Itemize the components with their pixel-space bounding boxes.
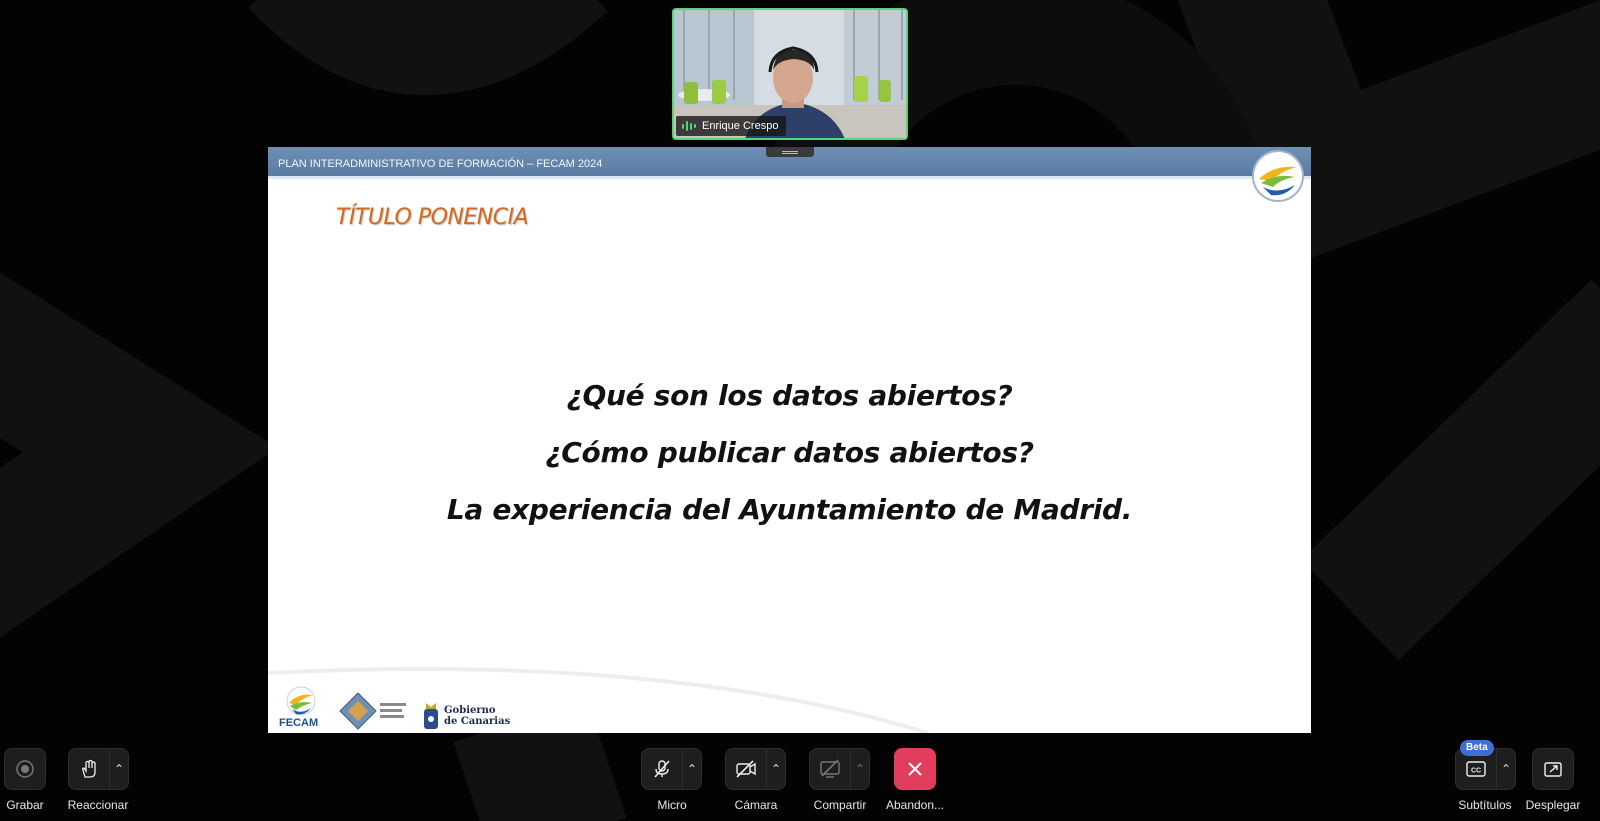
react-options-caret[interactable]: ⌃ — [109, 748, 129, 790]
meeting-toolbar: Grabar ⌃ Reaccionar ⌃ Micro ⌃ Cámara ⌃ C… — [0, 740, 1600, 821]
captions-beta-badge: Beta — [1460, 740, 1494, 756]
share-button[interactable] — [809, 748, 851, 790]
share-screen-off-icon — [820, 759, 840, 778]
participant-name-tag: Enrique Crespo — [676, 116, 787, 136]
captions-options-caret[interactable]: ⌃ — [1496, 748, 1516, 790]
chevron-up-icon: ⌃ — [686, 762, 698, 776]
gobierno-text: Gobierno — [444, 705, 496, 716]
slide-line-2: ¿Cómo publicar datos abiertos? — [545, 436, 1034, 469]
fecam-header-logo-icon — [1252, 150, 1304, 202]
drag-handle[interactable] — [766, 147, 814, 157]
mic-button[interactable] — [641, 748, 683, 790]
slide-line-1: ¿Qué son los datos abiertos? — [566, 379, 1013, 412]
leave-button[interactable] — [894, 748, 936, 790]
hand-icon — [82, 759, 96, 778]
share-options-caret[interactable]: ⌃ — [850, 748, 870, 790]
mic-off-icon — [654, 760, 670, 778]
institute-logo-icon — [339, 692, 406, 730]
popout-button[interactable] — [1532, 748, 1574, 790]
canarias-crest-icon — [424, 703, 438, 729]
slide-header-title: PLAN INTERADMINISTRATIVO DE FORMACIÓN – … — [278, 158, 603, 170]
svg-text:CC: CC — [1471, 768, 1481, 775]
react-button[interactable] — [68, 748, 110, 790]
popout-icon — [1544, 762, 1562, 777]
camera-off-icon — [736, 760, 756, 778]
chevron-up-icon: ⌃ — [113, 762, 125, 776]
slide-line-3: La experiencia del Ayuntamiento de Madri… — [446, 493, 1133, 526]
speaking-indicator-icon — [682, 120, 696, 132]
close-icon — [908, 762, 922, 776]
leave-label: Abandon... — [885, 798, 945, 812]
footer-logos: FECAM Gobierno de Canarias — [278, 685, 510, 731]
mic-options-caret[interactable]: ⌃ — [682, 748, 702, 790]
canarias-text: de Canarias — [444, 716, 511, 727]
chevron-up-icon: ⌃ — [1500, 762, 1512, 776]
chevron-up-icon: ⌃ — [770, 762, 782, 776]
fecam-emblem-icon — [286, 686, 316, 716]
camera-options-caret[interactable]: ⌃ — [766, 748, 786, 790]
slide-section-title: TÍTULO PONENCIA — [336, 205, 529, 230]
record-icon — [16, 760, 34, 778]
mic-label: Micro — [657, 798, 687, 812]
camera-button[interactable] — [725, 748, 767, 790]
record-button[interactable] — [4, 748, 46, 790]
shared-screen-slide[interactable]: PLAN INTERADMINISTRATIVO DE FORMACIÓN – … — [268, 147, 1311, 733]
chevron-up-icon: ⌃ — [854, 762, 866, 776]
camera-label: Cámara — [734, 798, 778, 812]
popout-label: Desplegar — [1525, 798, 1581, 812]
react-label: Reaccionar — [67, 798, 129, 812]
gobierno-canarias-logo: Gobierno de Canarias — [422, 701, 510, 731]
slide-body: ¿Qué son los datos abiertos? ¿Cómo publi… — [268, 367, 1311, 538]
fecam-logo-text: FECAM — [279, 717, 319, 729]
participant-video-tile[interactable]: Enrique Crespo — [672, 8, 908, 140]
closed-captions-icon: CC — [1466, 761, 1486, 777]
fecam-logo: FECAM — [278, 685, 324, 731]
participant-name: Enrique Crespo — [702, 120, 779, 132]
